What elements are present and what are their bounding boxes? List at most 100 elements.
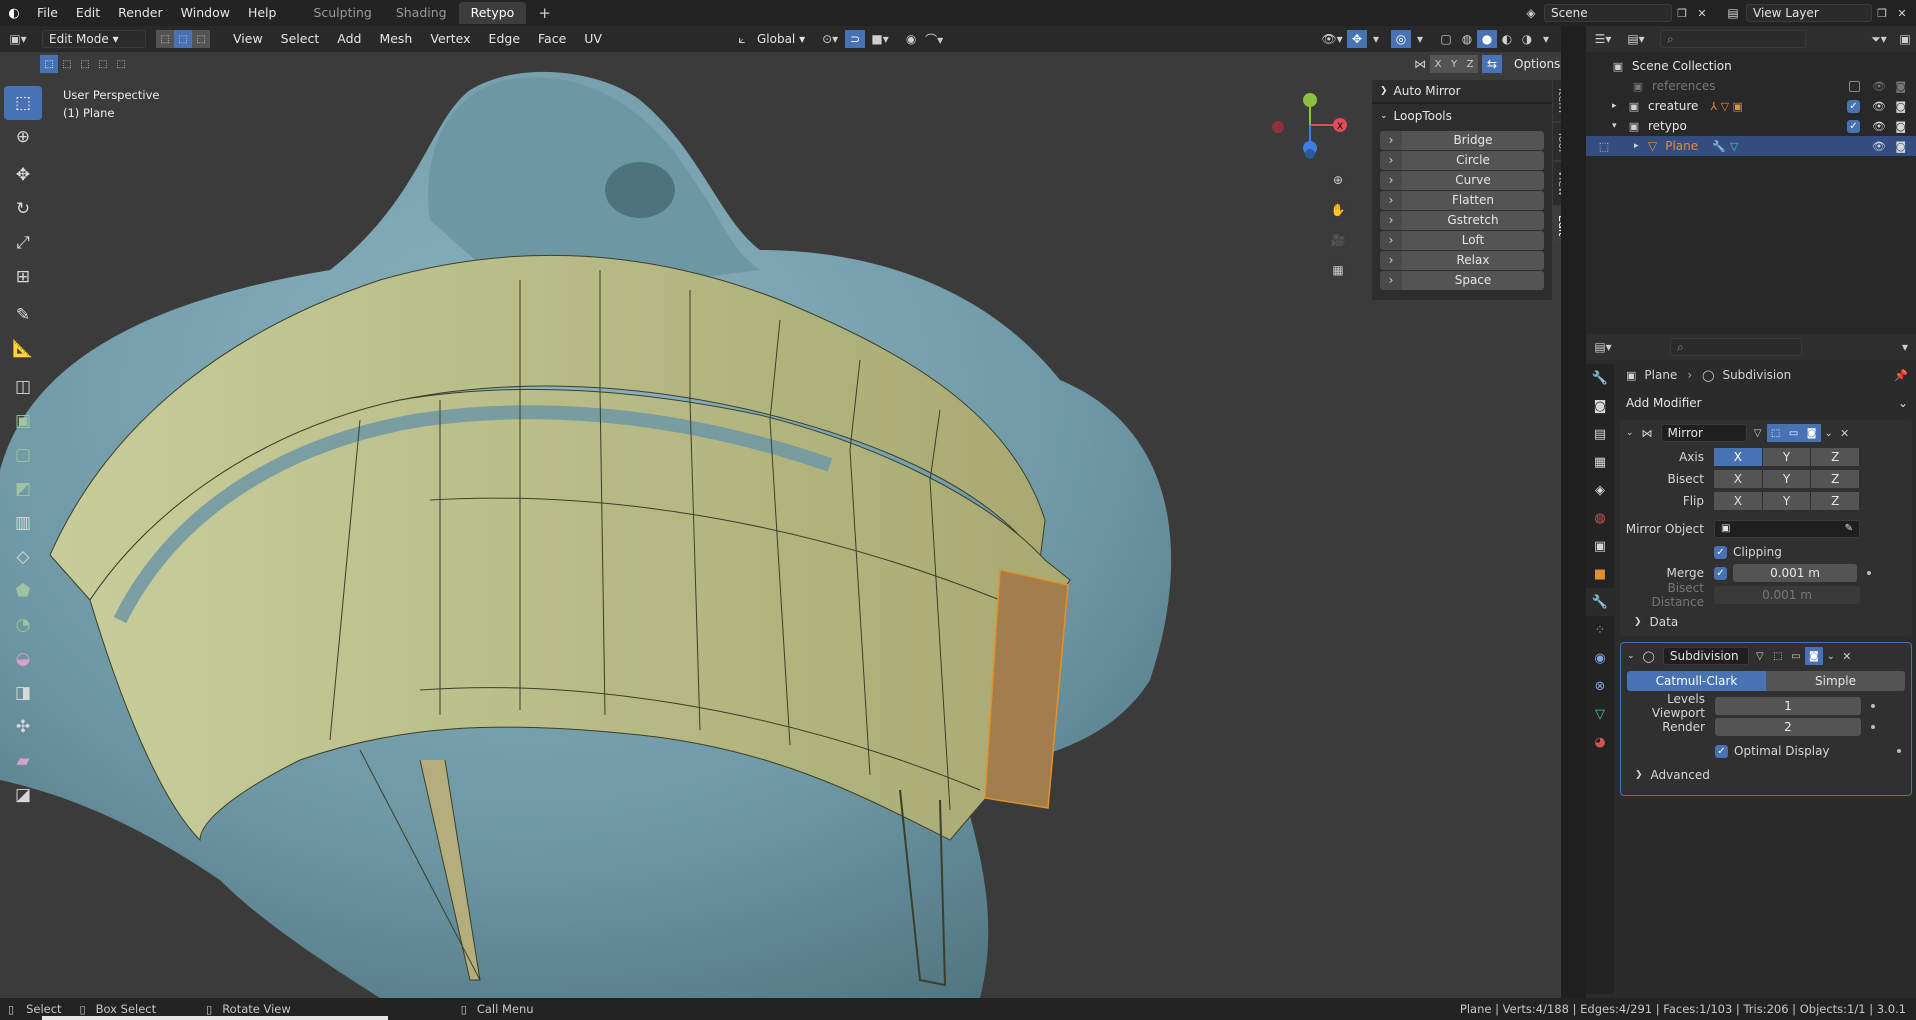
merge-distance-field[interactable]: 0.001 m — [1733, 564, 1857, 582]
scene-tab-icon[interactable]: ◈ — [1586, 476, 1614, 504]
space-button[interactable]: Space — [1402, 270, 1544, 290]
display-mode-icon[interactable]: ▤▾ — [1620, 29, 1652, 49]
render-toggle-icon[interactable]: ◙ — [1802, 424, 1821, 442]
simple-button[interactable]: Simple — [1766, 671, 1905, 691]
outliner-row-retypo[interactable]: ▾ ▣ retypo ✓ 👁 ◙ — [1586, 116, 1916, 136]
cursor-tool-icon[interactable]: ⊕ — [4, 120, 42, 154]
data-subpanel[interactable]: ❯ Data — [1620, 610, 1912, 634]
scale-tool-icon[interactable]: ⤢ — [4, 226, 42, 260]
add-cube-tool-icon[interactable]: ◫ — [4, 370, 42, 404]
camera-icon[interactable]: 🎥 — [1326, 228, 1350, 252]
scene-icon[interactable]: ◈ — [1518, 3, 1544, 23]
rotate-tool-icon[interactable]: ↻ — [4, 192, 42, 226]
menu-help[interactable]: Help — [239, 2, 286, 24]
bridge-expand-icon[interactable]: › — [1380, 130, 1402, 150]
overlays-dropdown-icon[interactable]: ▾ — [1411, 30, 1429, 48]
axis-z-toggle[interactable]: Z — [1811, 448, 1860, 466]
camera-render-icon[interactable]: ◙ — [1895, 120, 1906, 133]
optimal-display-row[interactable]: ✓ Optimal Display — [1621, 739, 1911, 763]
new-collection-icon[interactable]: ▣ — [1894, 29, 1916, 49]
flip-y-toggle[interactable]: Y — [1762, 492, 1811, 510]
vertex-select-icon[interactable]: ⬚ — [156, 30, 174, 48]
cage-toggle-icon[interactable]: ⬚ — [1769, 647, 1787, 665]
extrude-tool-icon[interactable]: ▣ — [4, 404, 42, 438]
camera-render-icon[interactable]: ◙ — [1895, 80, 1906, 93]
modifier-tab-icon[interactable]: 🔧 — [1586, 588, 1614, 616]
outliner-row-creature[interactable]: ▸ ▣ creature ⅄ ▽ ▣ ✓ 👁 ◙ — [1586, 96, 1916, 116]
tool-tab-icon[interactable]: 🔧 — [1586, 364, 1614, 392]
view-layer-tab-icon[interactable]: ▦ — [1586, 448, 1614, 476]
bisect-y-toggle[interactable]: Y — [1762, 470, 1811, 488]
keyframe-dot[interactable] — [1871, 704, 1875, 708]
zoom-icon[interactable]: ⊕ — [1326, 168, 1350, 192]
mirror-z-toggle[interactable]: Z — [1462, 55, 1478, 73]
circle-button[interactable]: Circle — [1402, 150, 1544, 170]
snap-target-icon[interactable]: ■▾ — [865, 30, 895, 48]
tab-sculpting[interactable]: Sculpting — [301, 2, 383, 24]
pin-icon[interactable]: 📌 — [1894, 369, 1908, 382]
falloff-icon[interactable]: ⌒▾ — [921, 30, 947, 48]
copy-scene-icon[interactable]: ❐ — [1672, 4, 1692, 22]
edge-select-icon[interactable]: ⬚ — [174, 30, 192, 48]
outliner-search-input[interactable]: ⌕ — [1660, 30, 1806, 48]
ortho-grid-icon[interactable]: ▦ — [1326, 258, 1350, 282]
merge-checkbox[interactable]: ✓ — [1714, 566, 1727, 580]
knife-tool-icon[interactable]: ◇ — [4, 540, 42, 574]
realtime-toggle-icon[interactable]: ▭ — [1787, 647, 1805, 665]
move-tool-icon[interactable]: ✥ — [4, 158, 42, 192]
axis-y-toggle[interactable]: Y — [1762, 448, 1811, 466]
menu-add[interactable]: Add — [328, 28, 370, 50]
keyframe-dot[interactable] — [1871, 725, 1875, 729]
proportional-edit-icon[interactable]: ◉ — [901, 30, 921, 48]
subdivision-name-field[interactable]: Subdivision — [1662, 647, 1749, 665]
clipping-checkbox[interactable]: ✓ — [1714, 545, 1727, 559]
eye-icon[interactable]: 👁 — [1872, 80, 1886, 93]
scene-field[interactable]: Scene — [1544, 4, 1672, 22]
catmull-clark-button[interactable]: Catmull-Clark — [1627, 671, 1766, 691]
axis-x-toggle[interactable]: X — [1714, 448, 1762, 466]
menu-view[interactable]: View — [224, 28, 272, 50]
menu-uv[interactable]: UV — [575, 28, 611, 50]
menu-window[interactable]: Window — [172, 2, 239, 24]
menu-render[interactable]: Render — [109, 2, 172, 24]
edit-mode-toggle-icon[interactable]: ▽ — [1749, 424, 1767, 442]
face-select-icon[interactable]: ⬚ — [192, 30, 210, 48]
expand-arrow-icon[interactable]: ▸ — [1612, 101, 1626, 111]
remove-modifier-icon[interactable]: ✕ — [1839, 647, 1855, 665]
menu-file[interactable]: File — [28, 2, 67, 24]
scene-collection-row[interactable]: ▣ Scene Collection — [1586, 56, 1916, 76]
pan-hand-icon[interactable]: ✋ — [1326, 198, 1350, 222]
copy-view-layer-icon[interactable]: ❐ — [1872, 4, 1892, 22]
subtract-selection-icon[interactable]: ⬚ — [76, 55, 94, 73]
shading-dropdown-icon[interactable]: ▾ — [1537, 30, 1555, 48]
close-scene-icon[interactable]: ✕ — [1692, 4, 1712, 22]
flip-z-toggle[interactable]: Z — [1811, 492, 1860, 510]
filter-icon[interactable]: ⏷▾ — [1864, 29, 1894, 49]
collapse-arrow-icon[interactable]: ⌄ — [1626, 428, 1634, 438]
wireframe-shading-icon[interactable]: ◍ — [1457, 30, 1477, 48]
gizmo-toggle-icon[interactable]: ✥ — [1347, 30, 1367, 48]
visibility-icon[interactable]: 👁▾ — [1317, 30, 1347, 48]
render-tab-icon[interactable]: ◙ — [1586, 392, 1614, 420]
smooth-tool-icon[interactable]: ◒ — [4, 642, 42, 676]
bisect-x-toggle[interactable]: X — [1714, 470, 1762, 488]
modifier-menu-icon[interactable]: ⌄ — [1821, 424, 1837, 442]
bisect-z-toggle[interactable]: Z — [1811, 470, 1860, 488]
edit-mode-icon[interactable]: ⬚ — [1596, 140, 1612, 153]
inset-tool-icon[interactable]: ▢ — [4, 438, 42, 472]
flatten-expand-icon[interactable]: › — [1380, 190, 1402, 210]
shrink-fatten-tool-icon[interactable]: ✣ — [4, 710, 42, 744]
auto-merge-icon[interactable]: ⇆ — [1482, 55, 1502, 73]
levels-viewport-field[interactable]: 1 — [1715, 697, 1861, 715]
transform-tool-icon[interactable]: ⊞ — [4, 260, 42, 294]
eyedropper-icon[interactable]: ✎ — [1845, 521, 1853, 537]
bevel-tool-icon[interactable]: ◩ — [4, 472, 42, 506]
outliner-editor-icon[interactable]: ☰▾ — [1586, 29, 1620, 49]
material-tab-icon[interactable]: ◕ — [1586, 728, 1614, 756]
mode-dropdown[interactable]: Edit Mode ▾ — [42, 30, 146, 48]
keyframe-dot[interactable] — [1867, 571, 1871, 575]
edit-mode-toggle-icon[interactable]: ▽ — [1751, 647, 1769, 665]
modifier-menu-icon[interactable]: ⌄ — [1823, 647, 1839, 665]
constraints-tab-icon[interactable]: ⊗ — [1586, 672, 1614, 700]
curve-expand-icon[interactable]: › — [1380, 170, 1402, 190]
